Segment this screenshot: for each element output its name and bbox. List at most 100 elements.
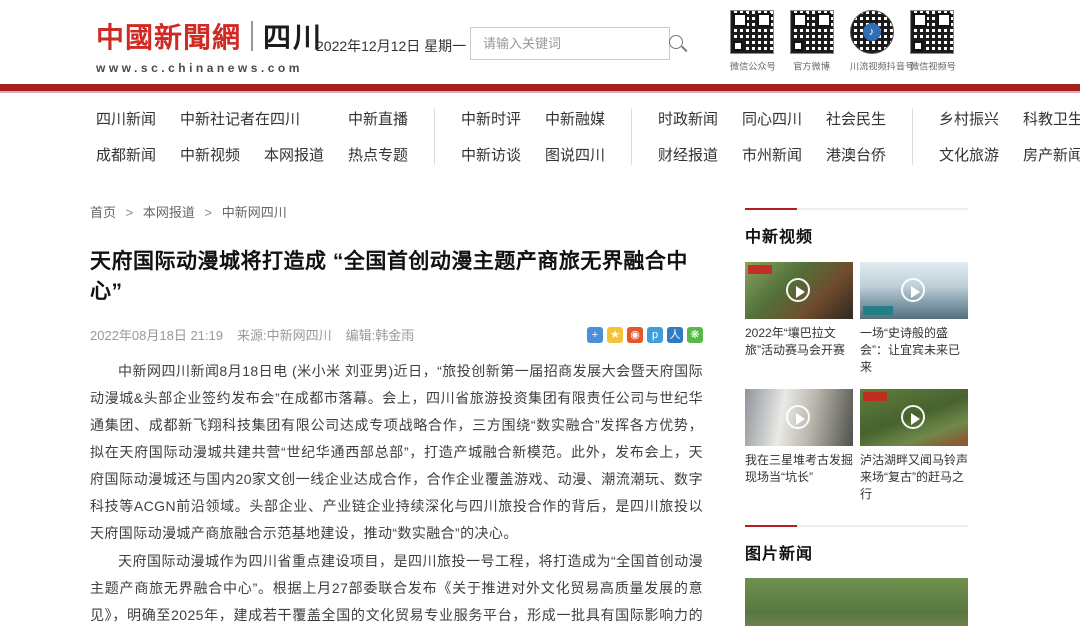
article-title: 天府国际动漫城将打造成 “全国首创动漫主题产商旅无界融合中心” <box>90 245 703 305</box>
qr-code-image <box>790 10 834 54</box>
nav-item-sichuan-news[interactable]: 四川新闻 <box>96 108 156 129</box>
breadcrumb-current: 中新网四川 <box>222 205 287 220</box>
article-body: 中新网四川新闻8月18日电 (米小米 刘亚男)近日，“旅投创新第一届招商发展大会… <box>90 358 703 626</box>
logo-region-text: 四川 <box>263 16 323 56</box>
video-thumbnail[interactable] <box>745 262 853 319</box>
article-paragraph: 天府国际动漫城作为四川省重点建设项目，是四川旅投一号工程，将打造成为“全国首创动… <box>90 548 703 626</box>
photo-news-image[interactable] <box>745 578 968 626</box>
video-grid: 2022年“壤巴拉文旅”活动赛马会开赛 一场“史诗般的盛会”：让宜宾未来已来 我… <box>745 262 968 503</box>
breadcrumb-separator: > <box>126 205 134 220</box>
article-column: 首页 > 本网报道 > 中新网四川 天府国际动漫城将打造成 “全国首创动漫主题产… <box>90 202 703 626</box>
header-red-bar <box>0 84 1080 91</box>
video-caption[interactable]: 2022年“壤巴拉文旅”活动赛马会开赛 <box>745 325 853 359</box>
play-icon <box>786 278 810 302</box>
article-date: 2022年08月18日 21:19 <box>90 325 223 344</box>
sina-weibo-icon[interactable]: ◉ <box>627 327 643 343</box>
search-box <box>470 27 670 60</box>
video-item: 2022年“壤巴拉文旅”活动赛马会开赛 <box>745 262 853 376</box>
nav-item-live[interactable]: 中新直播 <box>348 108 408 129</box>
nav-item-site-report[interactable]: 本网报道 <box>264 144 324 165</box>
video-watermark <box>748 265 772 274</box>
nav-group-2: 中新时评 中新融媒 中新访谈 图说四川 <box>434 108 605 165</box>
qr-code-image: ♪ <box>850 10 894 54</box>
nav-item-real-estate[interactable]: 房产新闻 <box>1023 144 1080 165</box>
nav-item-chengdu-news[interactable]: 成都新闻 <box>96 144 156 165</box>
article-meta: 2022年08月18日 21:19 来源:中新网四川 编辑:韩金雨 + ★ ◉ … <box>90 325 703 344</box>
breadcrumb-home[interactable]: 首页 <box>90 205 116 220</box>
video-thumbnail[interactable] <box>860 262 968 319</box>
nav-item-rural-revitalization[interactable]: 乡村振兴 <box>939 108 999 129</box>
qr-label: 微信公众号 <box>730 59 773 73</box>
qr-label: 官方微博 <box>790 59 833 73</box>
nav-group-3: 时政新闻 同心四川 社会民生 财经报道 市州新闻 港澳台侨 <box>631 108 886 165</box>
sidebar: 中新视频 2022年“壤巴拉文旅”活动赛马会开赛 一场“史诗般的盛会”：让宜宾未… <box>745 202 968 626</box>
share-bar: + ★ ◉ p 人 ❋ <box>587 327 703 343</box>
video-item: 我在三星堆考古发掘现场当“坑长” <box>745 389 853 503</box>
nav-item-society[interactable]: 社会民生 <box>826 108 886 129</box>
photo-news-section: 图片新闻 <box>745 525 968 626</box>
nav-item-commentary[interactable]: 中新时评 <box>461 108 521 129</box>
video-watermark <box>863 392 887 401</box>
play-icon <box>786 405 810 429</box>
wechat-share-icon[interactable]: ❋ <box>687 327 703 343</box>
search-icon[interactable] <box>667 33 689 55</box>
nav-item-hot-topics[interactable]: 热点专题 <box>348 144 408 165</box>
qr-code-image <box>730 10 774 54</box>
section-rule <box>745 208 968 210</box>
article-editor: 编辑:韩金雨 <box>346 325 415 344</box>
nav-group-4: 乡村振兴 科教卫生 娱乐体育 文化旅游 房产新闻 生活服务 <box>912 108 1080 165</box>
nav-item-pictures-sichuan[interactable]: 图说四川 <box>545 144 605 165</box>
nav-item-interview[interactable]: 中新访谈 <box>461 144 521 165</box>
main-navigation: 四川新闻 中新社记者在四川 中新直播 成都新闻 中新视频 本网报道 热点专题 中… <box>0 93 1080 182</box>
video-caption[interactable]: 泸沽湖畔又闻马铃声 来场“复古”的赶马之行 <box>860 452 968 503</box>
play-icon <box>901 278 925 302</box>
search-input[interactable] <box>471 36 667 51</box>
qr-code-image <box>910 10 954 54</box>
breadcrumb: 首页 > 本网报道 > 中新网四川 <box>90 202 703 221</box>
page: { "colors":{ "accent_red":"#a6201f", "lo… <box>0 0 1080 626</box>
nav-item-city-news[interactable]: 市州新闻 <box>742 144 802 165</box>
video-section-title: 中新视频 <box>745 223 968 247</box>
current-date: 2022年12月12日 星期一 <box>316 36 466 56</box>
video-caption[interactable]: 一场“史诗般的盛会”：让宜宾未来已来 <box>860 325 968 376</box>
nav-item-media[interactable]: 中新融媒 <box>545 108 605 129</box>
nav-item-tongxin-sichuan[interactable]: 同心四川 <box>742 108 802 129</box>
article-paragraph: 中新网四川新闻8月18日电 (米小米 刘亚男)近日，“旅投创新第一届招商发展大会… <box>90 358 703 547</box>
video-watermark <box>863 306 893 315</box>
qr-douyin: ♪ 川流视频抖音号 <box>848 10 895 73</box>
breadcrumb-site-report[interactable]: 本网报道 <box>143 205 195 220</box>
section-rule <box>745 525 968 527</box>
video-thumbnail[interactable] <box>745 389 853 446</box>
nav-item-politics[interactable]: 时政新闻 <box>658 108 718 129</box>
site-header: 中國新聞網 四川 www.sc.chinanews.com 2022年12月12… <box>0 0 1080 84</box>
qr-label: 川流视频抖音号 <box>850 59 893 73</box>
qzone-icon[interactable]: ★ <box>607 327 623 343</box>
douyin-icon: ♪ <box>863 23 881 41</box>
site-url: www.sc.chinanews.com <box>96 61 323 75</box>
video-thumbnail[interactable] <box>860 389 968 446</box>
qr-label: 微信视频号 <box>910 59 953 73</box>
nav-item-hk-macao-taiwan[interactable]: 港澳台侨 <box>826 144 886 165</box>
logo-divider <box>251 21 253 51</box>
site-logo[interactable]: 中國新聞網 四川 www.sc.chinanews.com <box>96 16 323 75</box>
logo-brand-text: 中國新聞網 <box>96 16 241 56</box>
video-section: 中新视频 2022年“壤巴拉文旅”活动赛马会开赛 一场“史诗般的盛会”：让宜宾未… <box>745 208 968 503</box>
article-source: 来源:中新网四川 <box>237 325 332 344</box>
nav-item-culture-tourism[interactable]: 文化旅游 <box>939 144 999 165</box>
qr-code-group: 微信公众号 官方微博 ♪ 川流视频抖音号 微信视频号 <box>728 10 955 73</box>
qr-wechat-channels: 微信视频号 <box>908 10 955 73</box>
nav-item-finance[interactable]: 财经报道 <box>658 144 718 165</box>
nav-item-cns-reporters[interactable]: 中新社记者在四川 <box>180 108 324 129</box>
renren-icon[interactable]: 人 <box>667 327 683 343</box>
qr-wechat-official: 微信公众号 <box>728 10 775 73</box>
photo-section-title: 图片新闻 <box>745 540 968 564</box>
breadcrumb-separator: > <box>205 205 213 220</box>
video-item: 泸沽湖畔又闻马铃声 来场“复古”的赶马之行 <box>860 389 968 503</box>
nav-group-1: 四川新闻 中新社记者在四川 中新直播 成都新闻 中新视频 本网报道 热点专题 <box>96 108 408 165</box>
nav-item-science-education[interactable]: 科教卫生 <box>1023 108 1080 129</box>
video-caption[interactable]: 我在三星堆考古发掘现场当“坑长” <box>745 452 853 486</box>
play-icon <box>901 405 925 429</box>
share-more-icon[interactable]: + <box>587 327 603 343</box>
tencent-weibo-icon[interactable]: p <box>647 327 663 343</box>
nav-item-video[interactable]: 中新视频 <box>180 144 240 165</box>
